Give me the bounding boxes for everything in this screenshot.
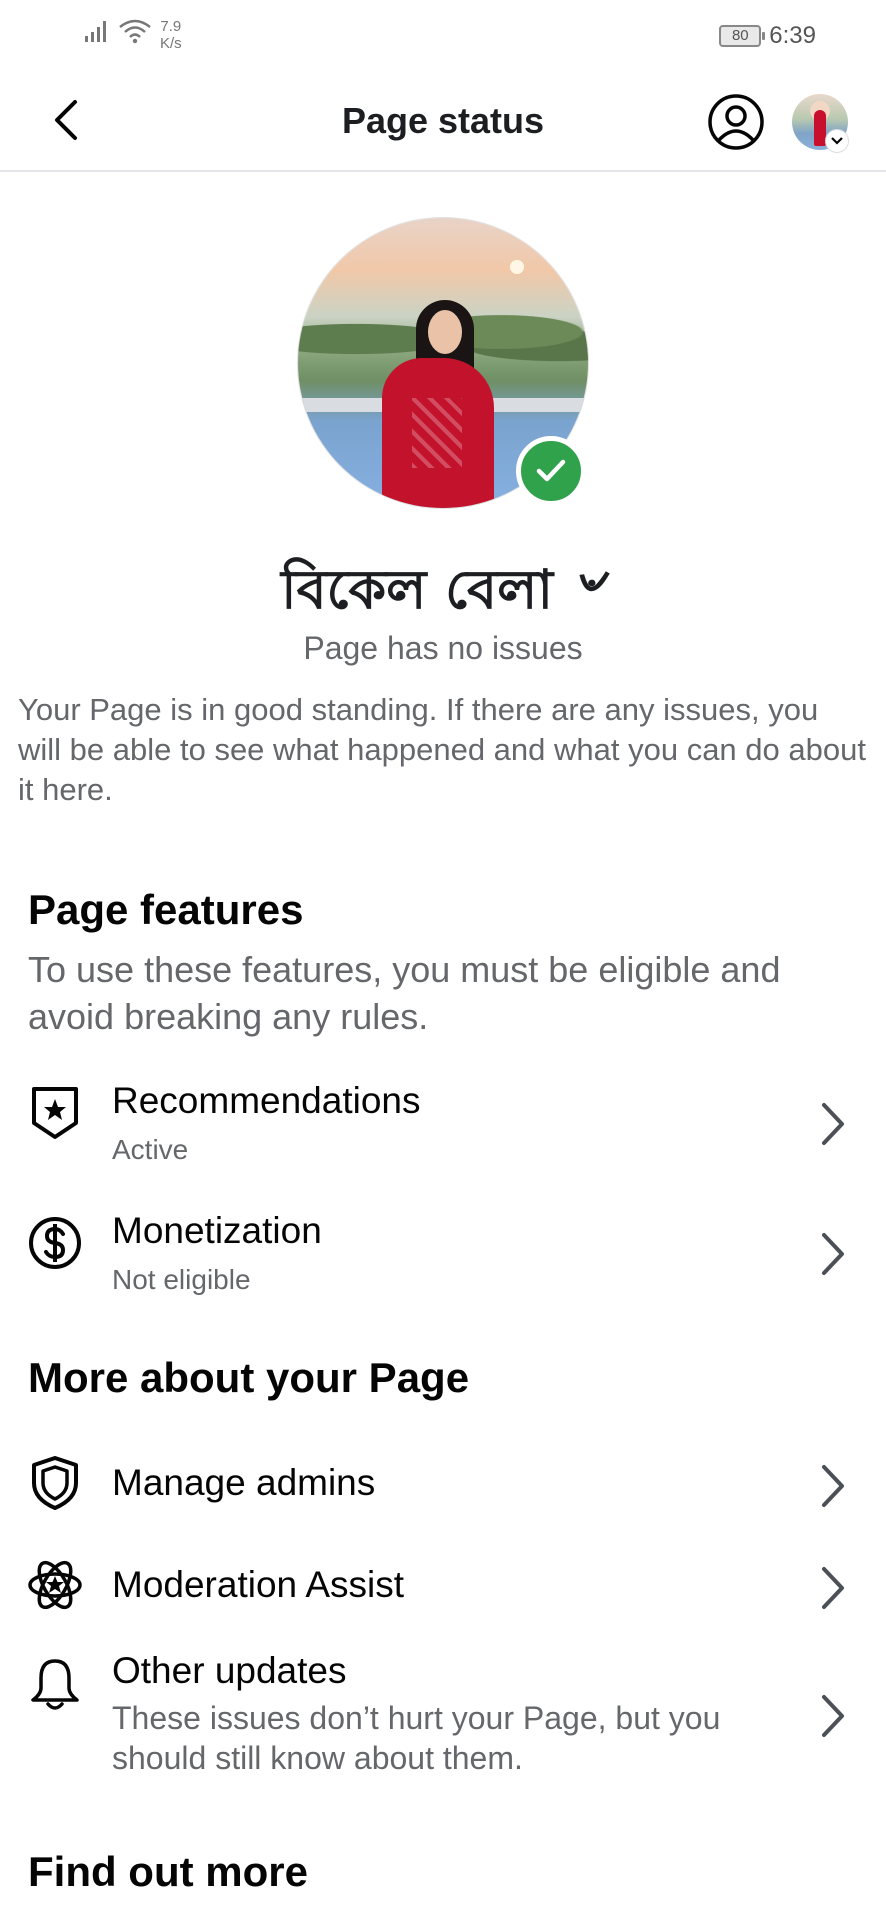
feature-item-monetization[interactable]: Monetization Not eligible <box>0 1204 886 1314</box>
more-item-label: Other updates <box>112 1650 347 1691</box>
section-subtitle-page-features: To use these features, you must be eligi… <box>28 949 781 1037</box>
section-title-more-about-page: More about your Page <box>28 1354 470 1401</box>
page-status-description: Your Page is in good standing. If there … <box>18 692 866 807</box>
clock: 6:39 <box>769 22 816 49</box>
checkmark-icon <box>536 459 566 482</box>
chevron-right-icon <box>812 1562 852 1614</box>
feature-status: Active <box>112 1134 189 1165</box>
more-item-label: Moderation Assist <box>112 1564 405 1605</box>
more-item-manage-admins[interactable]: Manage admins <box>0 1446 886 1526</box>
section-title-page-features: Page features <box>28 886 304 933</box>
chevron-right-icon <box>812 1690 852 1742</box>
shield-icon <box>26 1454 84 1512</box>
feature-status: Not eligible <box>112 1264 251 1295</box>
more-item-description: These issues don’t hurt your Page, but y… <box>112 1700 721 1776</box>
status-bar: 7.9 K/s 80 6:39 <box>0 0 886 70</box>
network-speed-value: 7.9 <box>160 18 182 35</box>
section-title-find-out-more: Find out more <box>28 1848 308 1895</box>
feature-label: Monetization <box>112 1210 322 1251</box>
chevron-right-icon <box>812 1098 852 1150</box>
profile-button[interactable] <box>706 92 766 152</box>
cell-signal-icon <box>85 21 106 42</box>
user-circle-icon <box>708 94 764 150</box>
status-right: 80 6:39 <box>719 22 816 50</box>
feature-label: Recommendations <box>112 1080 421 1121</box>
more-item-other-updates[interactable]: Other updates These issues don’t hurt yo… <box>0 1642 886 1792</box>
moderation-gear-icon <box>26 1556 84 1614</box>
more-item-label: Manage admins <box>112 1462 376 1503</box>
page-status-summary: Page has no issues <box>303 630 583 666</box>
dollar-circle-icon <box>26 1214 84 1272</box>
page-status-screen: 7.9 K/s 80 6:39 Page status বিকেল বেলা ৺… <box>0 0 886 1920</box>
bell-icon <box>26 1656 84 1714</box>
chevron-down-icon <box>831 137 843 145</box>
shield-star-icon <box>26 1084 84 1142</box>
network-speed: 7.9 K/s <box>160 18 182 52</box>
wifi-icon <box>119 19 151 44</box>
page-name: বিকেল বেলা ৺ <box>281 558 605 621</box>
chevron-right-icon <box>812 1228 852 1280</box>
network-speed-unit: K/s <box>160 35 182 52</box>
chevron-right-icon <box>812 1460 852 1512</box>
battery-icon: 80 <box>719 25 766 47</box>
more-item-moderation-assist[interactable]: Moderation Assist <box>0 1548 886 1628</box>
verified-badge <box>516 436 586 506</box>
account-switch-button[interactable] <box>826 130 848 152</box>
status-left: 7.9 K/s <box>84 18 182 52</box>
app-header: Page status <box>0 70 886 172</box>
feature-item-recommendations[interactable]: Recommendations Active <box>0 1074 886 1184</box>
